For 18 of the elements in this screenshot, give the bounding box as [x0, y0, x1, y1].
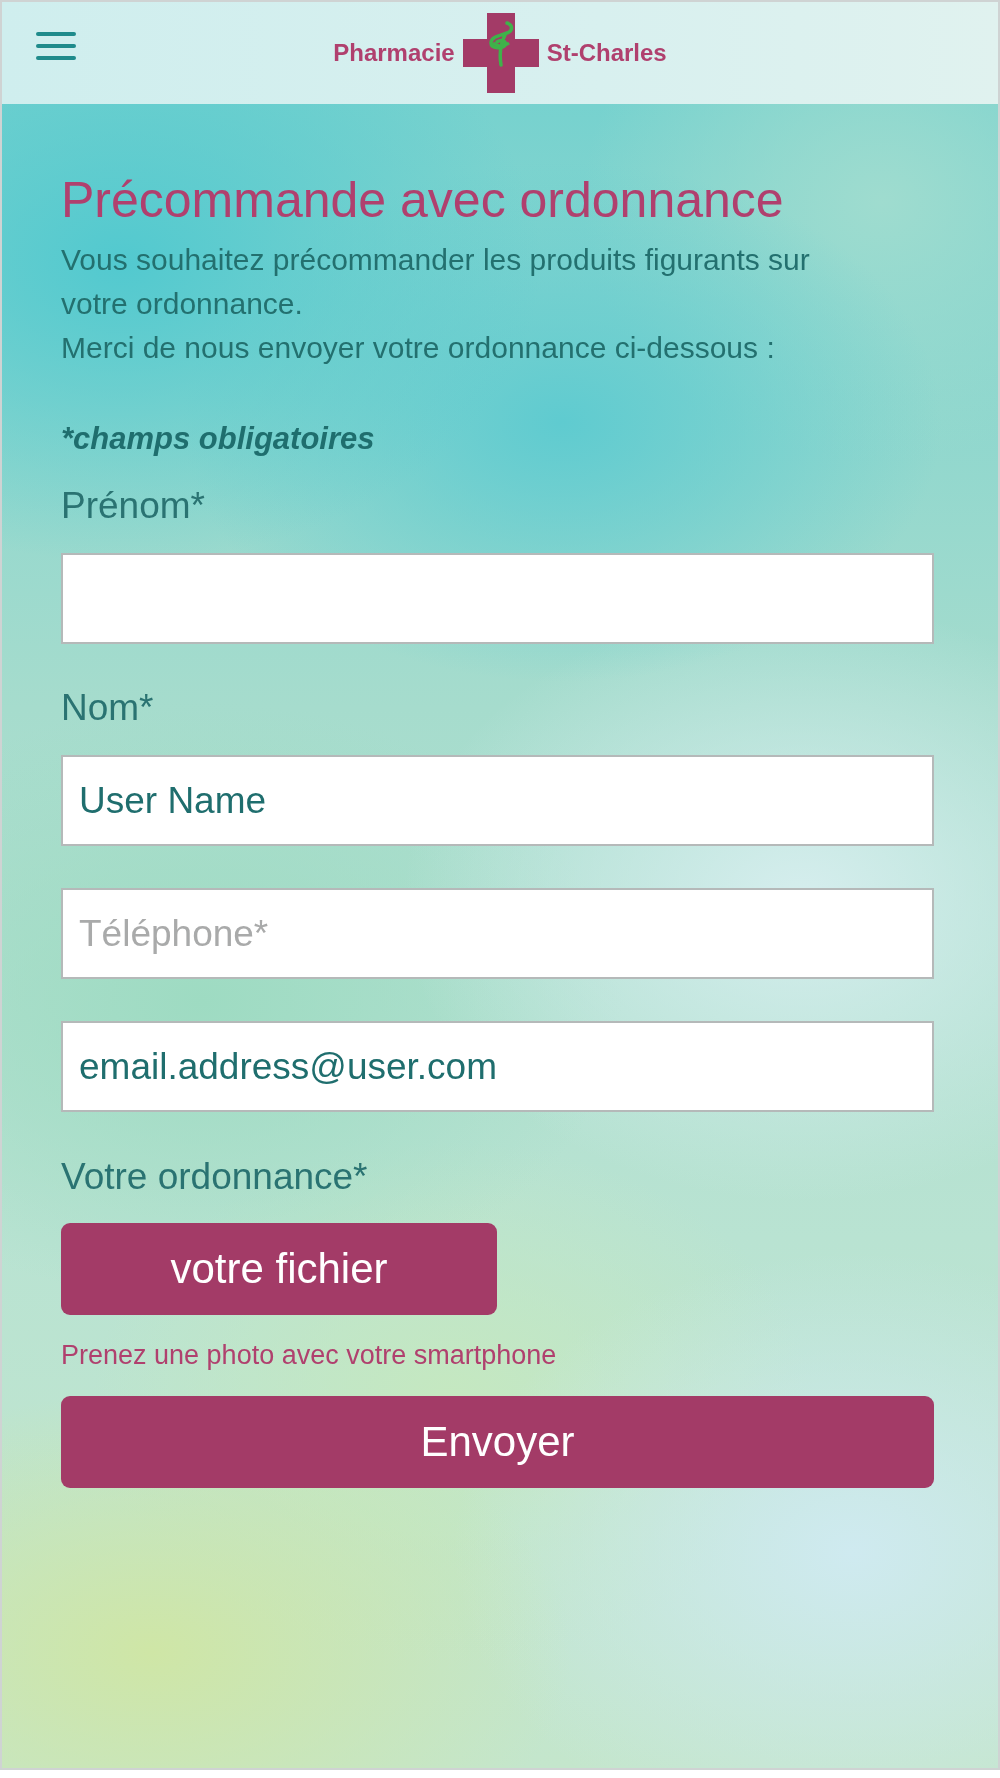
field-label: Votre ordonnance* [61, 1155, 369, 1199]
logo-text: Pharmacie [333, 39, 455, 67]
intro-text: Vous souhaitez précommander les produits figurants sur votre ordonnance. [61, 242, 811, 322]
text-field[interactable]: email.address@user.com [61, 1021, 934, 1112]
required-fields-note: *champs obligatoires [61, 420, 376, 458]
text-field[interactable]: User Name [61, 755, 934, 846]
cross-logo-icon [462, 13, 539, 93]
field-label: Prénom* [61, 484, 206, 528]
file-upload-button[interactable]: votre fichier [61, 1223, 497, 1315]
field-label: Nom* [61, 686, 155, 730]
page-title: Précommande avec ordonnance [61, 174, 785, 226]
logo-text: St-Charles [546, 39, 667, 67]
text-field[interactable] [61, 553, 934, 644]
intro-text: Merci de nous envoyer votre ordonnance ci-dessous : [61, 330, 776, 366]
submit-button[interactable]: Envoyer [61, 1396, 934, 1488]
text-field[interactable]: Téléphone* [61, 888, 934, 979]
upload-hint: Prenez une photo avec votre smartphone [61, 1340, 558, 1370]
menu-icon[interactable] [36, 30, 76, 62]
